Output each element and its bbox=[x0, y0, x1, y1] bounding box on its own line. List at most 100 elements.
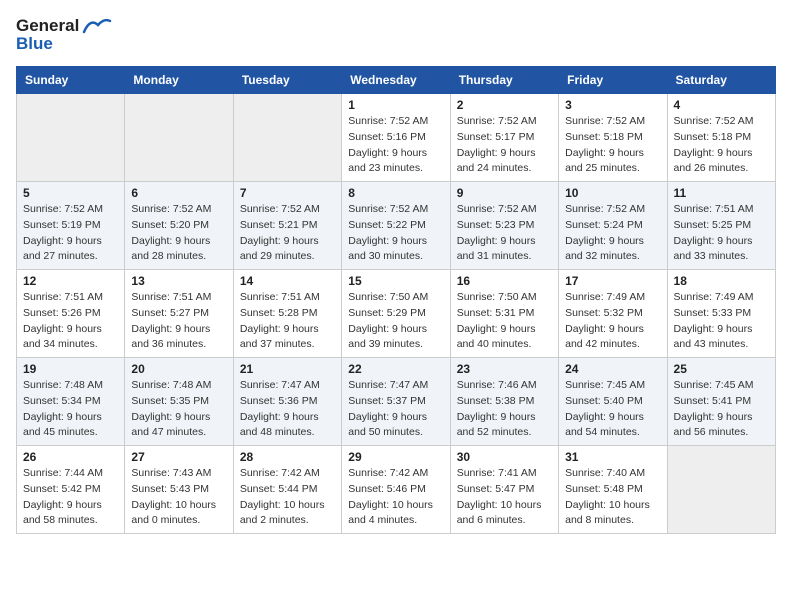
day-number: 4 bbox=[674, 98, 769, 112]
calendar-cell: 30 Sunrise: 7:41 AMSunset: 5:47 PMDaylig… bbox=[450, 446, 558, 534]
day-number: 1 bbox=[348, 98, 443, 112]
day-number: 7 bbox=[240, 186, 335, 200]
day-info: Sunrise: 7:47 AMSunset: 5:37 PMDaylight:… bbox=[348, 378, 443, 441]
calendar-cell: 20 Sunrise: 7:48 AMSunset: 5:35 PMDaylig… bbox=[125, 358, 233, 446]
day-info: Sunrise: 7:51 AMSunset: 5:28 PMDaylight:… bbox=[240, 290, 335, 353]
calendar-cell: 7 Sunrise: 7:52 AMSunset: 5:21 PMDayligh… bbox=[233, 182, 341, 270]
day-info: Sunrise: 7:40 AMSunset: 5:48 PMDaylight:… bbox=[565, 466, 660, 529]
weekday-header-friday: Friday bbox=[559, 67, 667, 94]
logo: General Blue bbox=[16, 16, 112, 54]
day-number: 21 bbox=[240, 362, 335, 376]
calendar-cell: 23 Sunrise: 7:46 AMSunset: 5:38 PMDaylig… bbox=[450, 358, 558, 446]
calendar-table: SundayMondayTuesdayWednesdayThursdayFrid… bbox=[16, 66, 776, 534]
calendar-week-row: 1 Sunrise: 7:52 AMSunset: 5:16 PMDayligh… bbox=[17, 94, 776, 182]
day-number: 9 bbox=[457, 186, 552, 200]
day-number: 10 bbox=[565, 186, 660, 200]
day-info: Sunrise: 7:50 AMSunset: 5:29 PMDaylight:… bbox=[348, 290, 443, 353]
day-info: Sunrise: 7:52 AMSunset: 5:20 PMDaylight:… bbox=[131, 202, 226, 265]
day-number: 8 bbox=[348, 186, 443, 200]
calendar-cell bbox=[667, 446, 775, 534]
day-info: Sunrise: 7:45 AMSunset: 5:40 PMDaylight:… bbox=[565, 378, 660, 441]
calendar-cell: 11 Sunrise: 7:51 AMSunset: 5:25 PMDaylig… bbox=[667, 182, 775, 270]
day-number: 11 bbox=[674, 186, 769, 200]
page-header: General Blue bbox=[16, 16, 776, 54]
calendar-cell: 2 Sunrise: 7:52 AMSunset: 5:17 PMDayligh… bbox=[450, 94, 558, 182]
calendar-cell: 24 Sunrise: 7:45 AMSunset: 5:40 PMDaylig… bbox=[559, 358, 667, 446]
day-number: 3 bbox=[565, 98, 660, 112]
weekday-header-thursday: Thursday bbox=[450, 67, 558, 94]
calendar-body: 1 Sunrise: 7:52 AMSunset: 5:16 PMDayligh… bbox=[17, 94, 776, 534]
day-info: Sunrise: 7:50 AMSunset: 5:31 PMDaylight:… bbox=[457, 290, 552, 353]
day-info: Sunrise: 7:46 AMSunset: 5:38 PMDaylight:… bbox=[457, 378, 552, 441]
calendar-cell: 6 Sunrise: 7:52 AMSunset: 5:20 PMDayligh… bbox=[125, 182, 233, 270]
day-info: Sunrise: 7:49 AMSunset: 5:33 PMDaylight:… bbox=[674, 290, 769, 353]
day-number: 24 bbox=[565, 362, 660, 376]
day-info: Sunrise: 7:48 AMSunset: 5:35 PMDaylight:… bbox=[131, 378, 226, 441]
day-info: Sunrise: 7:41 AMSunset: 5:47 PMDaylight:… bbox=[457, 466, 552, 529]
day-info: Sunrise: 7:43 AMSunset: 5:43 PMDaylight:… bbox=[131, 466, 226, 529]
calendar-cell: 15 Sunrise: 7:50 AMSunset: 5:29 PMDaylig… bbox=[342, 270, 450, 358]
day-number: 15 bbox=[348, 274, 443, 288]
weekday-header-sunday: Sunday bbox=[17, 67, 125, 94]
day-number: 28 bbox=[240, 450, 335, 464]
day-info: Sunrise: 7:44 AMSunset: 5:42 PMDaylight:… bbox=[23, 466, 118, 529]
logo-blue-text: Blue bbox=[16, 34, 53, 54]
day-info: Sunrise: 7:42 AMSunset: 5:46 PMDaylight:… bbox=[348, 466, 443, 529]
calendar-cell: 18 Sunrise: 7:49 AMSunset: 5:33 PMDaylig… bbox=[667, 270, 775, 358]
calendar-cell: 21 Sunrise: 7:47 AMSunset: 5:36 PMDaylig… bbox=[233, 358, 341, 446]
day-info: Sunrise: 7:52 AMSunset: 5:24 PMDaylight:… bbox=[565, 202, 660, 265]
calendar-cell: 14 Sunrise: 7:51 AMSunset: 5:28 PMDaylig… bbox=[233, 270, 341, 358]
calendar-cell: 5 Sunrise: 7:52 AMSunset: 5:19 PMDayligh… bbox=[17, 182, 125, 270]
calendar-week-row: 26 Sunrise: 7:44 AMSunset: 5:42 PMDaylig… bbox=[17, 446, 776, 534]
calendar-week-row: 19 Sunrise: 7:48 AMSunset: 5:34 PMDaylig… bbox=[17, 358, 776, 446]
day-number: 31 bbox=[565, 450, 660, 464]
day-number: 14 bbox=[240, 274, 335, 288]
day-number: 16 bbox=[457, 274, 552, 288]
calendar-cell: 17 Sunrise: 7:49 AMSunset: 5:32 PMDaylig… bbox=[559, 270, 667, 358]
day-number: 6 bbox=[131, 186, 226, 200]
day-info: Sunrise: 7:52 AMSunset: 5:17 PMDaylight:… bbox=[457, 114, 552, 177]
calendar-cell: 10 Sunrise: 7:52 AMSunset: 5:24 PMDaylig… bbox=[559, 182, 667, 270]
calendar-cell: 16 Sunrise: 7:50 AMSunset: 5:31 PMDaylig… bbox=[450, 270, 558, 358]
logo-general: General bbox=[16, 16, 79, 36]
calendar-week-row: 5 Sunrise: 7:52 AMSunset: 5:19 PMDayligh… bbox=[17, 182, 776, 270]
calendar-cell: 8 Sunrise: 7:52 AMSunset: 5:22 PMDayligh… bbox=[342, 182, 450, 270]
calendar-cell: 3 Sunrise: 7:52 AMSunset: 5:18 PMDayligh… bbox=[559, 94, 667, 182]
day-info: Sunrise: 7:52 AMSunset: 5:22 PMDaylight:… bbox=[348, 202, 443, 265]
day-info: Sunrise: 7:52 AMSunset: 5:16 PMDaylight:… bbox=[348, 114, 443, 177]
weekday-header-wednesday: Wednesday bbox=[342, 67, 450, 94]
calendar-cell: 27 Sunrise: 7:43 AMSunset: 5:43 PMDaylig… bbox=[125, 446, 233, 534]
calendar-cell: 29 Sunrise: 7:42 AMSunset: 5:46 PMDaylig… bbox=[342, 446, 450, 534]
day-info: Sunrise: 7:42 AMSunset: 5:44 PMDaylight:… bbox=[240, 466, 335, 529]
day-number: 2 bbox=[457, 98, 552, 112]
calendar-header-row: SundayMondayTuesdayWednesdayThursdayFrid… bbox=[17, 67, 776, 94]
day-number: 30 bbox=[457, 450, 552, 464]
calendar-cell: 31 Sunrise: 7:40 AMSunset: 5:48 PMDaylig… bbox=[559, 446, 667, 534]
calendar-cell: 28 Sunrise: 7:42 AMSunset: 5:44 PMDaylig… bbox=[233, 446, 341, 534]
day-info: Sunrise: 7:52 AMSunset: 5:19 PMDaylight:… bbox=[23, 202, 118, 265]
calendar-cell: 1 Sunrise: 7:52 AMSunset: 5:16 PMDayligh… bbox=[342, 94, 450, 182]
weekday-header-saturday: Saturday bbox=[667, 67, 775, 94]
day-number: 29 bbox=[348, 450, 443, 464]
weekday-header-tuesday: Tuesday bbox=[233, 67, 341, 94]
day-info: Sunrise: 7:52 AMSunset: 5:18 PMDaylight:… bbox=[565, 114, 660, 177]
day-number: 17 bbox=[565, 274, 660, 288]
day-info: Sunrise: 7:49 AMSunset: 5:32 PMDaylight:… bbox=[565, 290, 660, 353]
calendar-cell: 12 Sunrise: 7:51 AMSunset: 5:26 PMDaylig… bbox=[17, 270, 125, 358]
day-info: Sunrise: 7:51 AMSunset: 5:27 PMDaylight:… bbox=[131, 290, 226, 353]
calendar-cell: 25 Sunrise: 7:45 AMSunset: 5:41 PMDaylig… bbox=[667, 358, 775, 446]
calendar-cell: 22 Sunrise: 7:47 AMSunset: 5:37 PMDaylig… bbox=[342, 358, 450, 446]
day-number: 26 bbox=[23, 450, 118, 464]
calendar-cell: 19 Sunrise: 7:48 AMSunset: 5:34 PMDaylig… bbox=[17, 358, 125, 446]
calendar-cell bbox=[233, 94, 341, 182]
calendar-cell bbox=[17, 94, 125, 182]
day-number: 22 bbox=[348, 362, 443, 376]
calendar-cell: 9 Sunrise: 7:52 AMSunset: 5:23 PMDayligh… bbox=[450, 182, 558, 270]
day-number: 20 bbox=[131, 362, 226, 376]
day-info: Sunrise: 7:47 AMSunset: 5:36 PMDaylight:… bbox=[240, 378, 335, 441]
day-number: 12 bbox=[23, 274, 118, 288]
day-info: Sunrise: 7:48 AMSunset: 5:34 PMDaylight:… bbox=[23, 378, 118, 441]
day-info: Sunrise: 7:51 AMSunset: 5:25 PMDaylight:… bbox=[674, 202, 769, 265]
day-number: 18 bbox=[674, 274, 769, 288]
day-number: 19 bbox=[23, 362, 118, 376]
